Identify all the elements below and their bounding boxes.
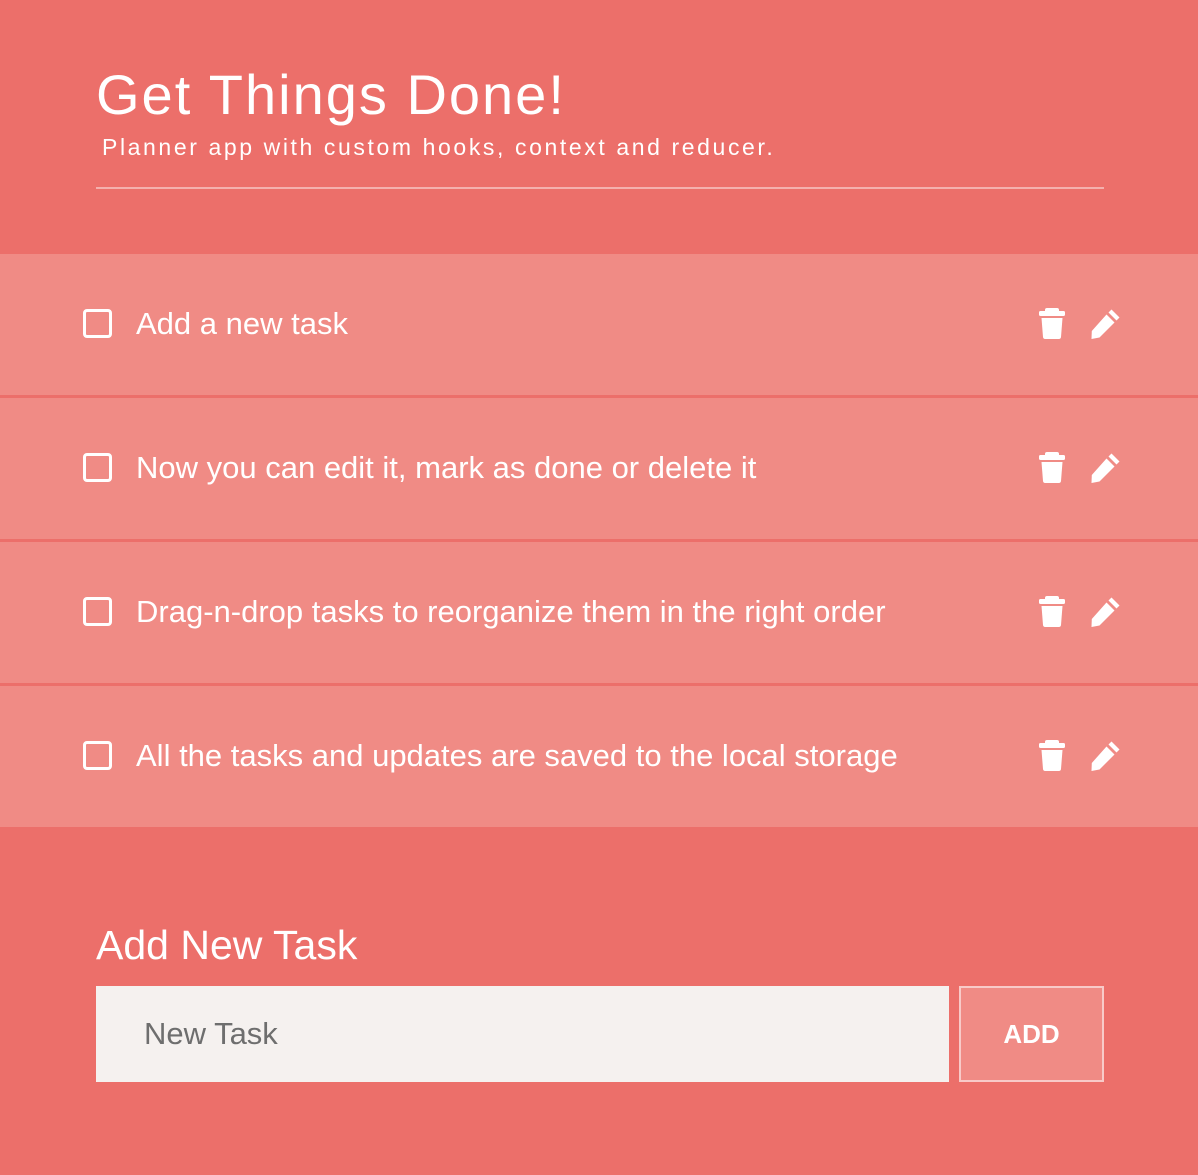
task-item[interactable]: Drag-n-drop tasks to reorganize them in … [0, 542, 1198, 683]
trash-icon [1039, 452, 1065, 483]
task-text: Add a new task [136, 306, 348, 341]
add-task-heading: Add New Task [96, 922, 358, 968]
pencil-icon [1091, 453, 1120, 483]
task-checkbox[interactable] [83, 309, 112, 338]
trash-icon [1039, 308, 1065, 339]
add-task-button[interactable]: ADD [959, 986, 1104, 1082]
delete-task-button[interactable] [1035, 594, 1069, 628]
edit-task-button[interactable] [1089, 306, 1123, 340]
page-subtitle: Planner app with custom hooks, context a… [102, 134, 776, 160]
delete-task-button[interactable] [1035, 450, 1069, 484]
pencil-icon [1091, 741, 1120, 771]
new-task-input[interactable] [96, 986, 949, 1082]
pencil-icon [1091, 309, 1120, 339]
pencil-icon [1091, 597, 1120, 627]
task-checkbox[interactable] [83, 597, 112, 626]
add-task-form: Add New Task ADD [96, 920, 1104, 1082]
trash-icon [1039, 740, 1065, 771]
delete-task-button[interactable] [1035, 306, 1069, 340]
header-divider [96, 187, 1104, 189]
task-text: Drag-n-drop tasks to reorganize them in … [136, 594, 886, 629]
task-checkbox[interactable] [83, 453, 112, 482]
task-item[interactable]: Add a new task [0, 254, 1198, 395]
page-title: Get Things Done! [96, 63, 566, 126]
task-text: Now you can edit it, mark as done or del… [136, 450, 757, 485]
task-text: All the tasks and updates are saved to t… [136, 738, 898, 773]
app-header: Get Things Done! Planner app with custom… [96, 62, 1104, 162]
task-item[interactable]: All the tasks and updates are saved to t… [0, 686, 1198, 827]
task-list: Add a new task Now you can edit it, mark… [0, 254, 1198, 830]
task-checkbox[interactable] [83, 741, 112, 770]
add-task-row: ADD [96, 986, 1104, 1082]
edit-task-button[interactable] [1089, 450, 1123, 484]
task-item[interactable]: Now you can edit it, mark as done or del… [0, 398, 1198, 539]
delete-task-button[interactable] [1035, 738, 1069, 772]
edit-task-button[interactable] [1089, 594, 1123, 628]
trash-icon [1039, 596, 1065, 627]
edit-task-button[interactable] [1089, 738, 1123, 772]
